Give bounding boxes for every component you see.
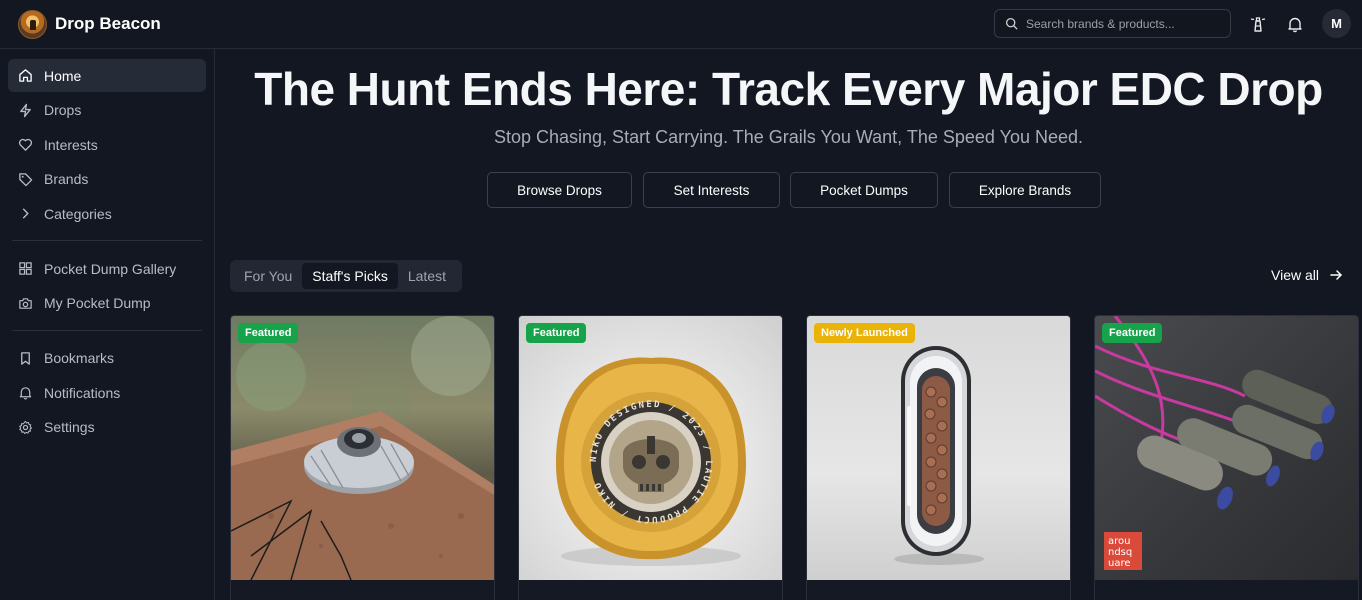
arrow-right-icon [1330, 270, 1342, 280]
golden-coin-illustration: NIKO DESIGNED / 2025 / LAUTIE PRODUCT / … [555, 357, 747, 566]
grid-icon [19, 262, 32, 275]
view-all-label: View all [1271, 267, 1319, 283]
tab-latest[interactable]: Latest [398, 263, 456, 289]
pocket-dumps-button[interactable]: Pocket Dumps [790, 172, 938, 208]
sidebar-item-label: Home [44, 67, 82, 84]
beads-paracord-illustration: arou ndsq uare [1095, 316, 1335, 570]
sidebar: Home Drops Interests Brands Categories P… [0, 49, 215, 600]
tag-icon [19, 172, 33, 186]
bell-icon[interactable] [1286, 15, 1304, 33]
sidebar-item-pocket-dump-gallery[interactable]: Pocket Dump Gallery [8, 252, 206, 285]
feed-tabs: For You Staff's Picks Latest [230, 260, 462, 292]
heart-icon [19, 138, 32, 151]
sidebar-item-home[interactable]: Home [8, 59, 206, 92]
brand-link[interactable]: Drop Beacon [18, 9, 161, 39]
sidebar-item-label: Settings [44, 419, 95, 435]
sidebar-item-brands[interactable]: Brands [8, 163, 206, 196]
watermark-line: arou [1108, 536, 1130, 547]
drop-beacon-logo [18, 9, 47, 39]
product-card[interactable]: Newly Launched [806, 315, 1071, 600]
bookmark-icon [21, 351, 30, 365]
featured-badge: Featured [1102, 323, 1163, 343]
watermark-line: uare [1108, 558, 1131, 569]
hero-title: The Hunt Ends Here: Track Every Major ED… [254, 63, 1323, 115]
search-box[interactable] [994, 9, 1231, 38]
sidebar-divider [12, 329, 202, 331]
watermark-line: ndsq [1108, 547, 1132, 558]
product-image: Featured arou ndsq uare [1095, 316, 1358, 580]
sidebar-item-label: Interests [44, 136, 98, 153]
set-interests-button[interactable]: Set Interests [643, 172, 780, 208]
user-avatar[interactable]: M [1322, 9, 1351, 38]
chevron-right-icon [22, 208, 29, 219]
featured-badge: Featured [238, 323, 299, 343]
sidebar-item-interests[interactable]: Interests [8, 128, 206, 161]
lightning-icon [20, 103, 31, 117]
search-icon [1005, 17, 1018, 30]
sidebar-item-label: Categories [44, 205, 112, 222]
tab-staffs-picks[interactable]: Staff's Picks [302, 263, 398, 289]
newly-launched-badge: Newly Launched [814, 323, 915, 343]
bell-icon [19, 387, 32, 400]
tab-for-you[interactable]: For You [234, 263, 302, 289]
spinner-on-cork-illustration [231, 316, 494, 580]
explore-brands-button[interactable]: Explore Brands [949, 172, 1101, 208]
product-card[interactable]: Featured [230, 315, 495, 600]
gear-icon [19, 420, 33, 434]
sidebar-divider [12, 240, 202, 241]
sidebar-item-label: Bookmarks [44, 350, 115, 366]
app-name: Drop Beacon [55, 14, 161, 33]
capsule-illustration [894, 346, 984, 565]
lighthouse-icon[interactable] [1249, 15, 1267, 33]
product-card[interactable]: Featured NIKO DESIGNED / 2025 / LAUTIE P… [518, 315, 783, 600]
sidebar-item-settings[interactable]: Settings [8, 411, 206, 444]
sidebar-item-categories[interactable]: Categories [8, 197, 206, 230]
product-card[interactable]: Featured arou ndsq uare [1094, 315, 1359, 600]
product-image: Featured [231, 316, 494, 580]
sidebar-item-my-pocket-dump[interactable]: My Pocket Dump [8, 287, 206, 320]
browse-drops-button[interactable]: Browse Drops [487, 172, 632, 208]
search-input[interactable] [1026, 16, 1216, 31]
sidebar-item-notifications[interactable]: Notifications [8, 376, 206, 409]
sidebar-item-bookmarks[interactable]: Bookmarks [8, 342, 206, 375]
product-image: Featured NIKO DESIGNED / 2025 / LAUTIE P… [519, 316, 782, 580]
featured-badge: Featured [526, 323, 587, 343]
home-icon [19, 69, 32, 82]
camera-icon [19, 297, 32, 309]
product-image: Newly Launched [807, 316, 1070, 580]
sidebar-item-label: Notifications [44, 384, 121, 401]
sidebar-item-label: My Pocket Dump [44, 295, 151, 311]
hero-subtitle: Stop Chasing, Start Carrying. The Grails… [493, 127, 1084, 147]
sidebar-item-label: Pocket Dump Gallery [44, 260, 177, 277]
sidebar-item-label: Brands [44, 171, 89, 187]
view-all-link[interactable]: View all [1271, 267, 1343, 283]
sidebar-item-drops[interactable]: Drops [8, 94, 206, 127]
sidebar-item-label: Drops [44, 102, 82, 118]
